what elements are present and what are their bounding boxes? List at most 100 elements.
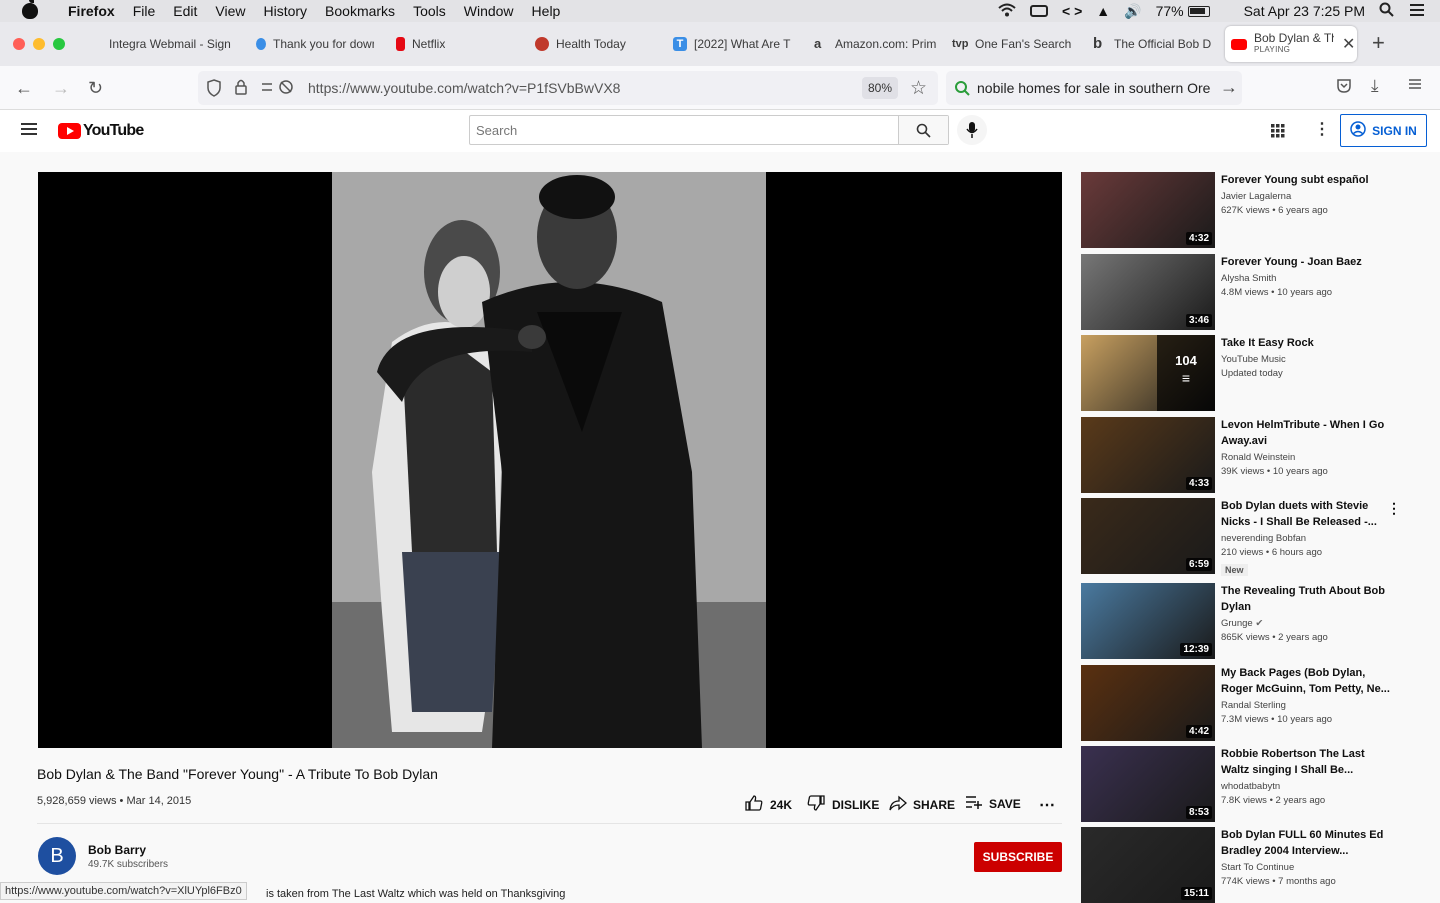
reload-icon[interactable]: ↻ bbox=[88, 78, 103, 98]
subscribe-button[interactable]: SUBSCRIBE bbox=[974, 842, 1062, 872]
recommended-video[interactable]: 6:59 Bob Dylan duets with Stevie Nicks - … bbox=[1081, 498, 1401, 576]
battery-icon[interactable] bbox=[1187, 3, 1224, 19]
permissions-icon[interactable] bbox=[260, 79, 294, 100]
tracking-shield-icon[interactable] bbox=[206, 79, 222, 102]
close-tab-icon[interactable]: ✕ bbox=[1342, 34, 1355, 54]
downloads-icon[interactable]: ⤓ bbox=[1371, 76, 1379, 96]
tab-official-bob-dylan[interactable]: b The Official Bob D bbox=[1093, 26, 1211, 62]
channel-name[interactable]: whodatbabytn bbox=[1221, 780, 1391, 794]
video-title[interactable]: Levon HelmTribute - When I Go Away.avi bbox=[1221, 417, 1391, 449]
video-options-icon[interactable]: ⋮ bbox=[1387, 500, 1401, 517]
recommended-video[interactable]: 12:39 The Revealing Truth About Bob Dylan… bbox=[1081, 583, 1401, 659]
eject-icon[interactable]: ▲ bbox=[1096, 3, 1110, 19]
menu-file[interactable]: File bbox=[133, 3, 156, 19]
menu-history[interactable]: History bbox=[263, 3, 307, 19]
tab-2022-what-are[interactable]: T [2022] What Are T bbox=[673, 26, 797, 62]
video-title[interactable]: Bob Dylan duets with Stevie Nicks - I Sh… bbox=[1221, 498, 1391, 530]
channel-name[interactable]: Ronald Weinstein bbox=[1221, 451, 1391, 465]
more-actions-icon[interactable]: ⋯ bbox=[1039, 795, 1056, 815]
video-title[interactable]: Forever Young - Joan Baez bbox=[1221, 254, 1391, 270]
video-title[interactable]: Forever Young subt español bbox=[1221, 172, 1391, 188]
app-menu-icon[interactable] bbox=[1407, 76, 1423, 97]
channel-name[interactable]: Randal Sterling bbox=[1221, 699, 1391, 713]
like-button[interactable]: 24K bbox=[745, 795, 792, 814]
clock[interactable]: Sat Apr 23 7:25 PM bbox=[1244, 3, 1365, 19]
control-center-icon[interactable] bbox=[1408, 3, 1426, 20]
recommended-video[interactable]: 4:32 Forever Young subt español Javier Lag… bbox=[1081, 172, 1401, 248]
volume-icon[interactable]: 🔊 bbox=[1124, 3, 1141, 20]
youtube-logo[interactable]: YouTube bbox=[58, 122, 144, 140]
back-arrow-icon[interactable]: ← bbox=[15, 78, 33, 98]
video-thumbnail[interactable]: 104 ≡ bbox=[1081, 335, 1215, 411]
spotlight-search-icon[interactable] bbox=[1379, 2, 1394, 20]
menu-edit[interactable]: Edit bbox=[173, 3, 197, 19]
channel-name[interactable]: neverending Bobfan bbox=[1221, 532, 1391, 546]
url-text[interactable]: https://www.youtube.com/watch?v=P1fSVbBw… bbox=[308, 80, 620, 96]
search-query-text[interactable]: nobile homes for sale in southern Ore bbox=[977, 80, 1217, 96]
voice-search-mic-icon[interactable] bbox=[957, 115, 987, 145]
video-thumbnail[interactable]: 4:33 bbox=[1081, 417, 1215, 493]
share-button[interactable]: SHARE bbox=[889, 795, 955, 814]
menu-app-firefox[interactable]: Firefox bbox=[68, 3, 115, 19]
video-thumbnail[interactable]: 12:39 bbox=[1081, 583, 1215, 659]
menu-help[interactable]: Help bbox=[532, 3, 561, 19]
menu-bookmarks[interactable]: Bookmarks bbox=[325, 3, 395, 19]
search-engine-icon[interactable] bbox=[954, 80, 970, 101]
save-button[interactable]: SAVE bbox=[965, 795, 1021, 812]
tab-thank-you[interactable]: Thank you for down bbox=[256, 26, 374, 62]
tab-amazon[interactable]: a Amazon.com: Prim bbox=[814, 26, 936, 62]
settings-more-icon[interactable]: ⋮ bbox=[1314, 122, 1330, 138]
channel-name[interactable]: YouTube Music bbox=[1221, 353, 1391, 367]
hamburger-menu-icon[interactable] bbox=[20, 122, 38, 141]
browser-search-bar[interactable]: nobile homes for sale in southern Ore → bbox=[946, 71, 1242, 105]
search-go-arrow-icon[interactable]: → bbox=[1220, 77, 1238, 98]
recommended-video[interactable]: 3:46 Forever Young - Joan Baez Alysha Smit… bbox=[1081, 254, 1401, 330]
youtube-search-button[interactable] bbox=[898, 116, 948, 144]
video-title[interactable]: The Revealing Truth About Bob Dylan bbox=[1221, 583, 1391, 615]
tab-one-fans-search[interactable]: tvp One Fan's Search f bbox=[952, 26, 1074, 62]
channel-name[interactable]: Bob Barry bbox=[88, 843, 146, 857]
recommended-video[interactable]: 4:42 My Back Pages (Bob Dylan, Roger McGu… bbox=[1081, 665, 1401, 741]
sign-in-button[interactable]: SIGN IN bbox=[1340, 114, 1427, 147]
video-thumbnail[interactable]: 4:32 bbox=[1081, 172, 1215, 248]
forward-arrow-icon[interactable]: → bbox=[52, 78, 70, 98]
code-brackets-icon[interactable]: < > bbox=[1062, 3, 1082, 19]
apps-grid-icon[interactable] bbox=[1271, 124, 1285, 143]
new-tab-icon[interactable]: + bbox=[1372, 30, 1385, 56]
dislike-button[interactable]: DISLIKE bbox=[807, 795, 879, 814]
window-zoom-button[interactable] bbox=[53, 38, 65, 50]
channel-name[interactable]: Grunge ✔ bbox=[1221, 617, 1391, 631]
url-bar[interactable]: https://www.youtube.com/watch?v=P1fSVbBw… bbox=[198, 71, 938, 105]
channel-name[interactable]: Start To Continue bbox=[1221, 861, 1391, 875]
menu-window[interactable]: Window bbox=[464, 3, 514, 19]
video-player[interactable] bbox=[38, 172, 1062, 748]
menu-tools[interactable]: Tools bbox=[413, 3, 446, 19]
tab-integra-webmail[interactable]: Integra Webmail - Sign bbox=[96, 26, 236, 62]
video-thumbnail[interactable]: 15:11 bbox=[1081, 827, 1215, 903]
zoom-level[interactable]: 80% bbox=[862, 77, 898, 99]
video-title[interactable]: Take It Easy Rock bbox=[1221, 335, 1391, 351]
apple-menu-icon[interactable] bbox=[22, 0, 38, 19]
recommended-video[interactable]: 8:53 Robbie Robertson The Last Waltz sing… bbox=[1081, 746, 1401, 822]
channel-name[interactable]: Alysha Smith bbox=[1221, 272, 1391, 286]
video-thumbnail[interactable]: 6:59 bbox=[1081, 498, 1215, 574]
wifi-icon[interactable] bbox=[998, 3, 1016, 20]
recommended-video[interactable]: 104 ≡ Take It Easy Rock YouTube Music Update… bbox=[1081, 335, 1401, 411]
window-close-button[interactable] bbox=[13, 38, 25, 50]
tab-bob-dylan-active[interactable]: Bob Dylan & Th PLAYING ✕ bbox=[1225, 26, 1357, 62]
lock-icon[interactable] bbox=[234, 78, 248, 101]
channel-name[interactable]: Javier Lagalerna bbox=[1221, 190, 1391, 204]
video-thumbnail[interactable]: 4:42 bbox=[1081, 665, 1215, 741]
menu-view[interactable]: View bbox=[215, 3, 245, 19]
video-title[interactable]: Robbie Robertson The Last Waltz singing … bbox=[1221, 746, 1391, 778]
video-thumbnail[interactable]: 3:46 bbox=[1081, 254, 1215, 330]
recommended-video[interactable]: 4:33 Levon HelmTribute - When I Go Away.a… bbox=[1081, 417, 1401, 493]
youtube-search-box[interactable]: Search bbox=[469, 115, 949, 145]
tab-health-today[interactable]: Health Today bbox=[535, 26, 655, 62]
video-title[interactable]: My Back Pages (Bob Dylan, Roger McGuinn,… bbox=[1221, 665, 1391, 697]
video-thumbnail[interactable]: 8:53 bbox=[1081, 746, 1215, 822]
video-title[interactable]: Bob Dylan FULL 60 Minutes Ed Bradley 200… bbox=[1221, 827, 1391, 859]
youtube-search-input[interactable]: Search bbox=[476, 123, 517, 138]
recommended-video[interactable]: 15:11 Bob Dylan FULL 60 Minutes Ed Bradle… bbox=[1081, 827, 1401, 903]
bookmark-star-icon[interactable]: ☆ bbox=[910, 77, 927, 100]
